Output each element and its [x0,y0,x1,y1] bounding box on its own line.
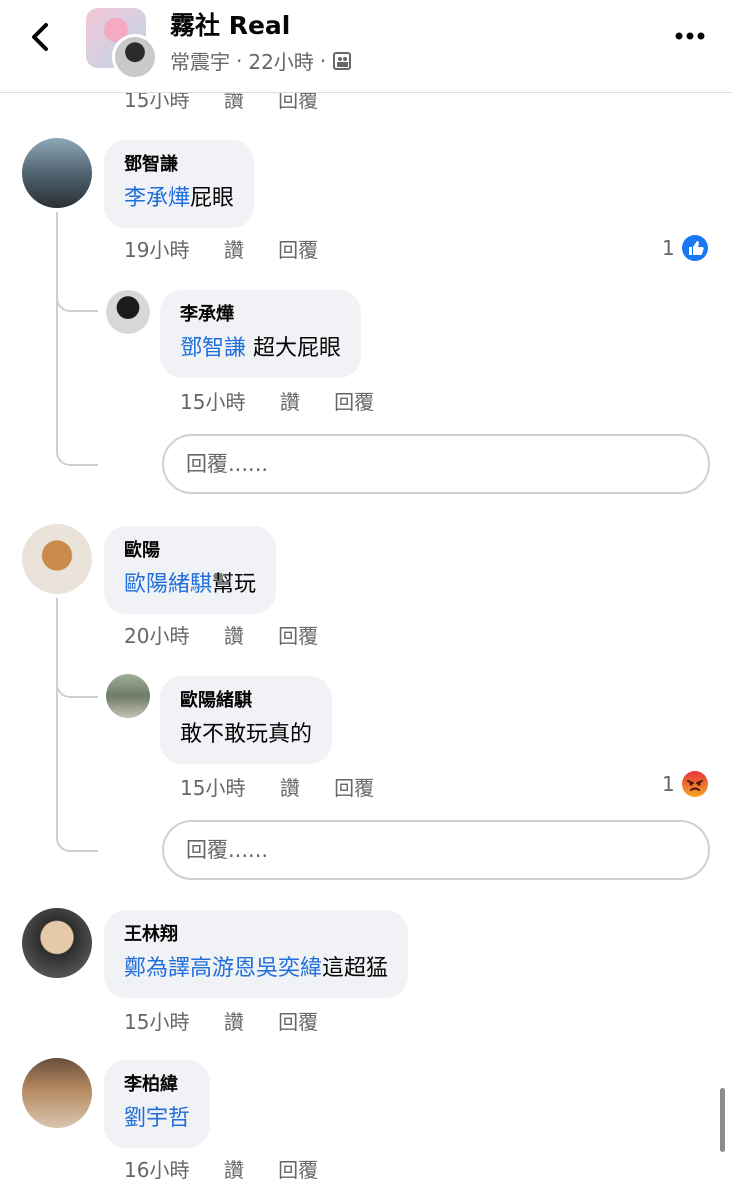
group-audience-icon [333,51,352,70]
thread-connector [56,686,98,852]
mention-link[interactable]: 劉宇哲 [124,1106,190,1131]
poster-avatar[interactable] [112,34,158,80]
meta-separator: · [319,48,327,73]
reaction-count[interactable]: 1 [662,770,709,798]
post-header: 霧社 Real 常震宇 · 22小時 · [0,0,732,93]
reply-input[interactable]: 回覆...... [162,434,710,494]
more-icon[interactable] [674,30,706,42]
comment-time[interactable]: 19小時 [124,234,189,263]
reply-button[interactable]: 回覆 [278,1154,318,1183]
comment-author[interactable]: 歐陽 [124,538,256,564]
reply-time[interactable]: 15小時 [180,386,245,415]
like-button[interactable]: 讚 [224,1154,244,1183]
like-button[interactable]: 讚 [280,772,300,801]
comment-bubble: 李柏緯 劉宇哲 [104,1060,211,1148]
reply-input[interactable]: 回覆...... [162,820,710,880]
mention-link[interactable]: 李承燁 [124,186,190,211]
reply-button[interactable]: 回覆 [278,1006,318,1035]
like-reaction-icon [681,235,708,261]
like-button[interactable]: 讚 [224,620,244,649]
like-button[interactable]: 讚 [224,1006,244,1035]
comment-text: 劉宇哲 [124,1102,190,1136]
reply-button[interactable]: 回覆 [278,620,318,649]
thread-line [56,212,58,282]
angry-reaction-icon [681,771,708,797]
reply-time[interactable]: 15小時 [180,772,245,801]
post-meta: 常震宇 · 22小時 · [170,46,352,75]
reply-button[interactable]: 回覆 [278,234,318,263]
reply-text: 敢不敢玩真的 [180,722,313,747]
thread-connector [56,300,98,466]
comment-bubble: 鄧智謙 李承燁屁眼 [104,140,255,228]
reply-avatar[interactable] [106,290,150,334]
comment-bubble: 歐陽 歐陽緒騏幫玩 [104,526,277,614]
comment-author[interactable]: 王林翔 [124,922,388,948]
reply-author[interactable]: 歐陽緒騏 [180,688,312,714]
comment-bubble: 王林翔 鄭為譯高游恩吳奕緯這超猛 [104,910,409,998]
comment-text: 歐陽緒騏幫玩 [124,572,257,597]
commenter-avatar[interactable] [22,908,92,978]
meta-separator: · [236,48,243,73]
comment-author[interactable]: 鄧智謙 [124,152,234,178]
thread-line [56,598,58,668]
comment-text: 李承燁屁眼 [124,186,235,211]
comment-time[interactable]: 20小時 [124,620,189,649]
like-button[interactable]: 讚 [224,234,244,263]
scrollbar[interactable] [720,1088,725,1152]
commenter-avatar[interactable] [22,1058,92,1128]
commenter-avatar[interactable] [22,138,92,208]
post-time[interactable]: 22小時 [248,46,313,75]
chevron-left-icon[interactable] [26,20,56,54]
mention-link[interactable]: 鄭為譯高游恩吳奕緯 [124,956,322,981]
poster-name[interactable]: 常震宇 [170,46,230,75]
comment-actions: 16小時 讚 回覆 [124,1154,318,1183]
reply-avatar[interactable] [106,674,150,718]
like-button[interactable]: 讚 [280,386,300,415]
reply-author[interactable]: 李承燁 [180,302,341,328]
group-name[interactable]: 霧社 Real [170,6,290,42]
comment-text: 鄭為譯高游恩吳奕緯這超猛 [124,956,389,981]
comment-actions: 15小時 讚 回覆 [124,1006,318,1035]
comment-actions: 20小時 讚 回覆 [124,620,318,649]
comment-time[interactable]: 15小時 [124,1006,189,1035]
mention-link[interactable]: 鄧智謙 [180,336,246,361]
reply-actions: 15小時 讚 回覆 [180,772,374,801]
comment-time[interactable]: 16小時 [124,1154,189,1183]
reply-button[interactable]: 回覆 [334,386,374,415]
reaction-count[interactable]: 1 [662,234,709,262]
mention-link[interactable]: 歐陽緒騏 [124,572,212,597]
reply-button[interactable]: 回覆 [334,772,374,801]
reply-actions: 15小時 讚 回覆 [180,386,374,415]
commenter-avatar[interactable] [22,524,92,594]
reply-bubble: 李承燁 鄧智謙 超大屁眼 [160,290,362,378]
comment-author[interactable]: 李柏緯 [124,1072,190,1098]
comment-actions: 19小時 讚 回覆 [124,234,318,263]
reply-bubble: 歐陽緒騏 敢不敢玩真的 [160,676,333,764]
reply-text: 鄧智謙 超大屁眼 [180,336,342,361]
